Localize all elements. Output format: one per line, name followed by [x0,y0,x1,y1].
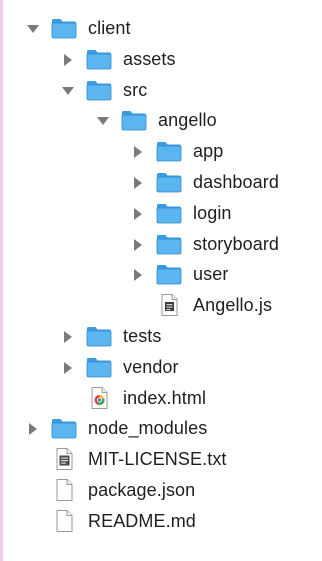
tree-item-label: index.html [123,387,207,408]
folder-icon [86,79,112,101]
blank-file-icon [51,509,77,532]
folder-icon [86,356,112,378]
script-file-icon [156,293,182,317]
tree-row[interactable]: angello [3,105,321,136]
tree-row[interactable]: user [3,259,321,290]
triangle-down-icon[interactable] [95,105,111,136]
tree-row[interactable]: src [3,75,321,106]
tree-row[interactable]: package.json [3,475,321,506]
triangle-right-icon[interactable] [25,413,41,444]
tree-item-label: user [193,264,229,285]
tree-row[interactable]: tests [3,321,321,352]
tree-row[interactable]: README.md [3,506,321,537]
tree-row[interactable]: login [3,198,321,229]
tree-item-label: node_modules [88,418,208,439]
triangle-right-icon[interactable] [130,136,146,167]
tree-row[interactable]: MIT-LICENSE.txt [3,444,321,475]
tree-row[interactable]: dashboard [3,167,321,198]
tree-item-label: login [193,202,232,223]
tree-item-label: assets [123,48,176,69]
tree-item-label: storyboard [193,233,280,254]
tree-item-label: angello [158,110,217,131]
triangle-right-icon[interactable] [60,352,76,383]
triangle-down-icon[interactable] [25,13,41,44]
triangle-right-icon[interactable] [60,321,76,352]
tree-item-label: Angello.js [193,295,273,316]
folder-icon [51,417,77,439]
tree-item-label: src [123,79,148,100]
triangle-right-icon[interactable] [130,198,146,229]
tree-row[interactable]: Angello.js [3,290,321,321]
text-file-icon [51,447,77,471]
tree-item-label: app [193,141,224,162]
tree-item-label: README.md [88,510,196,531]
folder-icon [156,263,182,285]
tree-row[interactable]: storyboard [3,229,321,260]
triangle-right-icon[interactable] [130,229,146,260]
tree-item-label: MIT-LICENSE.txt [88,449,227,470]
folder-icon [156,233,182,255]
triangle-right-icon[interactable] [60,44,76,75]
tree-row[interactable]: node_modules [3,413,321,444]
file-tree: client assets src angello app dashboard login s… [0,0,322,561]
folder-icon [156,171,182,193]
tree-row[interactable]: index.html [3,383,321,414]
tree-item-label: tests [123,326,162,346]
tree-row[interactable]: app [3,136,321,167]
folder-icon [51,17,77,39]
folder-icon [156,140,182,162]
folder-icon [86,325,112,347]
folder-icon [156,202,182,224]
tree-item-label: package.json [88,480,196,500]
triangle-right-icon[interactable] [130,167,146,198]
tree-row[interactable]: vendor [3,352,321,383]
tree-item-label: client [88,18,131,38]
tree-row[interactable]: client [3,13,321,44]
triangle-down-icon[interactable] [60,75,76,106]
tree-row[interactable]: assets [3,44,321,75]
folder-icon [86,48,112,70]
folder-icon [121,109,147,131]
html-file-icon [86,386,112,409]
tree-item-label: vendor [123,356,179,377]
tree-item-label: dashboard [193,172,279,192]
blank-file-icon [51,478,77,501]
triangle-right-icon[interactable] [130,259,146,290]
